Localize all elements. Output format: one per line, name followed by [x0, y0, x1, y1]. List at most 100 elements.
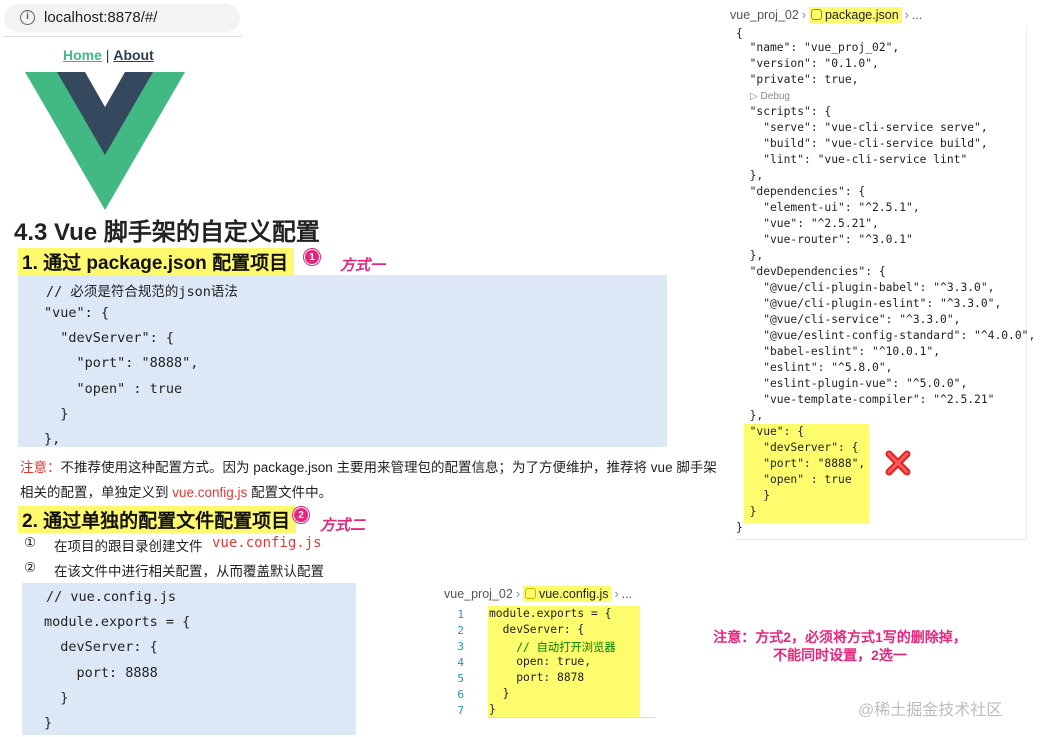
- chevron-right-icon: ›: [801, 8, 806, 22]
- breadcrumb: vue_proj_02 › package.json ›...: [730, 7, 922, 23]
- line-number: 2: [457, 624, 464, 637]
- code-line: "@vue/cli-plugin-eslint": "^3.3.0",: [736, 297, 1002, 310]
- code-line: }: [489, 703, 496, 716]
- code-line: }: [736, 505, 757, 518]
- nav-link-home[interactable]: Home: [63, 47, 102, 63]
- code-line: }: [44, 690, 69, 706]
- breadcrumb-folder[interactable]: vue_proj_02: [444, 587, 513, 601]
- note-label: 注意：: [20, 460, 61, 475]
- step-number: ①: [24, 535, 37, 550]
- chevron-right-icon: ›: [515, 587, 520, 601]
- code-line: }: [736, 489, 771, 502]
- code-line: devServer: {: [44, 639, 158, 655]
- line-number: 1: [457, 608, 464, 621]
- code-line: "name": "vue_proj_02",: [736, 41, 900, 54]
- code-line: },: [736, 409, 764, 422]
- code-line: "devServer": {: [736, 441, 859, 454]
- annotation-line-2: 不能同时设置，2选一: [773, 647, 907, 663]
- code-line: "@vue/cli-service": "^3.3.0",: [736, 313, 961, 326]
- section-heading-1: 1. 通过 package.json 配置项目: [18, 248, 295, 275]
- line-number: 7: [457, 704, 464, 717]
- number-badge-1: 1: [304, 249, 320, 265]
- step-text: 在该文件中进行相关配置，从而覆盖默认配置: [54, 564, 324, 579]
- nav-link-about[interactable]: About: [113, 47, 153, 63]
- breadcrumb-file[interactable]: package.json: [808, 7, 902, 23]
- code-line: "open" : true: [736, 473, 852, 486]
- json-file-icon: [810, 9, 822, 20]
- step-code: vue.config.js: [212, 535, 322, 551]
- line-number: 4: [457, 656, 464, 669]
- code-line: },: [736, 169, 764, 182]
- vue-logo: [25, 72, 185, 210]
- code-line: "vue": {: [736, 425, 805, 438]
- code-line: // vue.config.js: [46, 589, 177, 605]
- code-line: }: [489, 687, 510, 700]
- breadcrumb-more[interactable]: ...: [912, 8, 922, 22]
- code-line: {: [736, 27, 743, 40]
- code-line: "@vue/eslint-config-standard": "^4.0.0",: [736, 329, 1036, 342]
- code-line: "devDependencies": {: [736, 265, 886, 278]
- page-title: 4.3 Vue 脚手架的自定义配置: [14, 219, 320, 246]
- code-line: "@vue/cli-plugin-babel": "^3.3.0",: [736, 281, 995, 294]
- url-text[interactable]: localhost:8878/#/: [44, 9, 157, 26]
- red-x-icon: [885, 450, 911, 476]
- code-line: "vue-router": "^3.0.1": [736, 233, 913, 246]
- code-line: },: [736, 249, 764, 262]
- code-line: open: true,: [489, 655, 592, 668]
- code-line: "lint": "vue-cli-service lint": [736, 153, 968, 166]
- code-line: "open" : true: [44, 381, 183, 397]
- code-line: module.exports = {: [489, 607, 612, 620]
- code-block-vue-config: // vue.config.js module.exports = { devS…: [22, 583, 356, 735]
- annotation-line-1: 注意：方式2，必须将方式1写的删除掉，: [713, 629, 967, 645]
- chevron-right-icon: ›: [904, 8, 909, 22]
- handwritten-annotation-2: 方式二: [320, 517, 366, 534]
- code-line: "port": "8888",: [736, 457, 866, 470]
- code-block-package-json: // 必须是符合规范的json语法 "vue": { "devServer": …: [18, 275, 667, 447]
- number-badge-2: 2: [293, 507, 309, 523]
- code-line: "private": true,: [736, 73, 859, 86]
- breadcrumb-more[interactable]: ...: [622, 587, 632, 601]
- breadcrumb-file-label: package.json: [824, 8, 899, 22]
- code-line: "serve": "vue-cli-service serve",: [736, 121, 988, 134]
- handwritten-annotation-1: 方式一: [340, 257, 386, 274]
- step-text: 在项目的跟目录创建文件: [54, 539, 203, 554]
- breadcrumb: vue_proj_02 › vue.config.js ›...: [444, 586, 632, 602]
- code-line: "vue-template-compiler": "^2.5.21": [736, 393, 995, 406]
- app-nav: Home | About: [63, 47, 154, 63]
- nav-separator: |: [101, 47, 114, 63]
- editor-divider: [488, 717, 656, 718]
- code-line: "vue": {: [44, 305, 110, 321]
- code-line: "devServer": {: [44, 330, 175, 346]
- annotation-note: 注意：方式2，必须将方式1写的删除掉， 不能同时设置，2选一: [690, 628, 990, 664]
- code-line: }: [44, 715, 53, 731]
- info-icon[interactable]: i: [20, 10, 35, 25]
- code-line: port: 8878: [489, 671, 585, 684]
- debug-codelens[interactable]: ▷ Debug: [750, 91, 790, 102]
- code-line: }: [736, 521, 743, 534]
- code-line: "version": "0.1.0",: [736, 57, 879, 70]
- breadcrumb-file-label: vue.config.js: [538, 587, 609, 601]
- breadcrumb-folder[interactable]: vue_proj_02: [730, 8, 799, 22]
- note-text-end: 配置文件中。: [247, 485, 333, 500]
- code-line: module.exports = {: [44, 614, 191, 630]
- code-line: // 必须是符合规范的json语法: [46, 284, 238, 300]
- code-line: "scripts": {: [736, 105, 832, 118]
- note-text: 不推荐使用这种配置方式。因为 package.json 主要用来管理包的配置信息…: [20, 460, 717, 500]
- code-line: "port": "8888",: [44, 355, 199, 371]
- line-number: 6: [457, 688, 464, 701]
- code-line: }: [44, 406, 69, 422]
- watermark: @稀土掘金技术社区: [858, 702, 1003, 719]
- section-heading-2: 2. 通过单独的配置文件配置项目: [18, 506, 297, 533]
- code-line: "vue": "^2.5.21",: [736, 217, 879, 230]
- line-number: 3: [457, 640, 464, 653]
- step-number: ②: [24, 560, 37, 575]
- code-line: },: [44, 431, 61, 447]
- toolbar-divider: [4, 36, 242, 37]
- code-line: "build": "vue-cli-service build",: [736, 137, 988, 150]
- line-number: 5: [457, 672, 464, 685]
- js-file-icon: [524, 588, 536, 599]
- code-comment: // 自动打开浏览器: [489, 641, 616, 654]
- breadcrumb-file[interactable]: vue.config.js: [522, 586, 612, 602]
- note-paragraph: 注意：不推荐使用这种配置方式。因为 package.json 主要用来管理包的配…: [20, 455, 730, 505]
- code-line: port: 8888: [44, 665, 158, 681]
